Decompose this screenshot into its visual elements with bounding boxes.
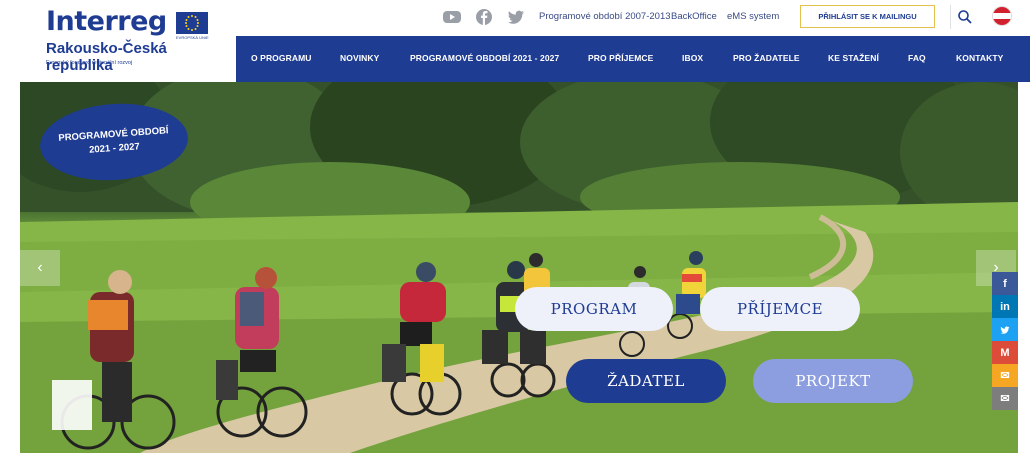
nav-programove-obdobi[interactable]: PROGRAMOVÉ OBDOBÍ 2021 - 2027 (410, 53, 559, 63)
facebook-icon[interactable]: f (992, 272, 1018, 295)
slider-prev-arrow[interactable]: ‹ (20, 250, 60, 286)
mailing-signup-button[interactable]: PŘIHLÁSIT SE K MAILINGU (800, 5, 935, 28)
page-margin (0, 82, 20, 453)
nav-novinky[interactable]: NOVINKY (340, 53, 379, 63)
share-bar: f in M ✉ ✉ (992, 272, 1018, 410)
logo-tagline: Evropský fond pro regionální rozvoj (46, 60, 133, 66)
projekt-button[interactable]: PROJEKT (753, 359, 913, 403)
nav-o-programu[interactable]: O PROGRAMU (251, 53, 312, 63)
email-icon[interactable]: ✉ (992, 387, 1018, 410)
logo-region: Rakousko-Česká republika (46, 40, 167, 74)
link-programme-2007-2013[interactable]: Programové období 2007-2013 (539, 11, 671, 22)
youtube-icon[interactable] (442, 8, 462, 26)
link-ems-system[interactable]: eMS system (727, 11, 779, 22)
main-nav: O PROGRAMU NOVINKY PROGRAMOVÉ OBDOBÍ 202… (236, 36, 1030, 82)
facebook-icon[interactable] (474, 8, 494, 26)
nav-pro-zadatele[interactable]: PRO ŽADATELE (733, 53, 800, 63)
nav-ibox[interactable]: IBOX (682, 53, 703, 63)
divider (950, 5, 951, 29)
linkedin-icon[interactable]: in (992, 295, 1018, 318)
nav-faq[interactable]: FAQ (908, 53, 926, 63)
twitter-icon[interactable] (506, 8, 526, 26)
gmail-icon[interactable]: M (992, 341, 1018, 364)
logo[interactable]: Interreg EVROPSKÁ UNIE Rakousko-Česká re… (0, 0, 236, 82)
zadatel-button[interactable]: ŽADATEL (566, 359, 726, 403)
nav-pro-prijemce[interactable]: PRO PŘÍJEMCE (588, 53, 653, 63)
language-flag-austria-icon[interactable] (992, 6, 1012, 26)
page-margin (1018, 82, 1030, 453)
eu-flag-icon (176, 12, 208, 34)
badge-line-2: 2021 - 2027 (88, 141, 141, 156)
nav-kontakty[interactable]: KONTAKTY (956, 53, 1003, 63)
twitter-icon[interactable] (992, 318, 1018, 341)
program-button[interactable]: PROGRAM (515, 287, 673, 331)
logo-wordmark: Interreg (46, 6, 167, 37)
page: Interreg EVROPSKÁ UNIE Rakousko-Česká re… (0, 0, 1030, 453)
link-backoffice[interactable]: BackOffice (671, 11, 717, 22)
nav-ke-stazeni[interactable]: KE STAŽENÍ (828, 53, 879, 63)
message-icon[interactable]: ✉ (992, 364, 1018, 387)
prijemce-button[interactable]: PŘÍJEMCE (700, 287, 860, 331)
search-icon[interactable] (956, 8, 974, 26)
top-bar: Programové období 2007-2013 BackOffice e… (236, 0, 1030, 34)
